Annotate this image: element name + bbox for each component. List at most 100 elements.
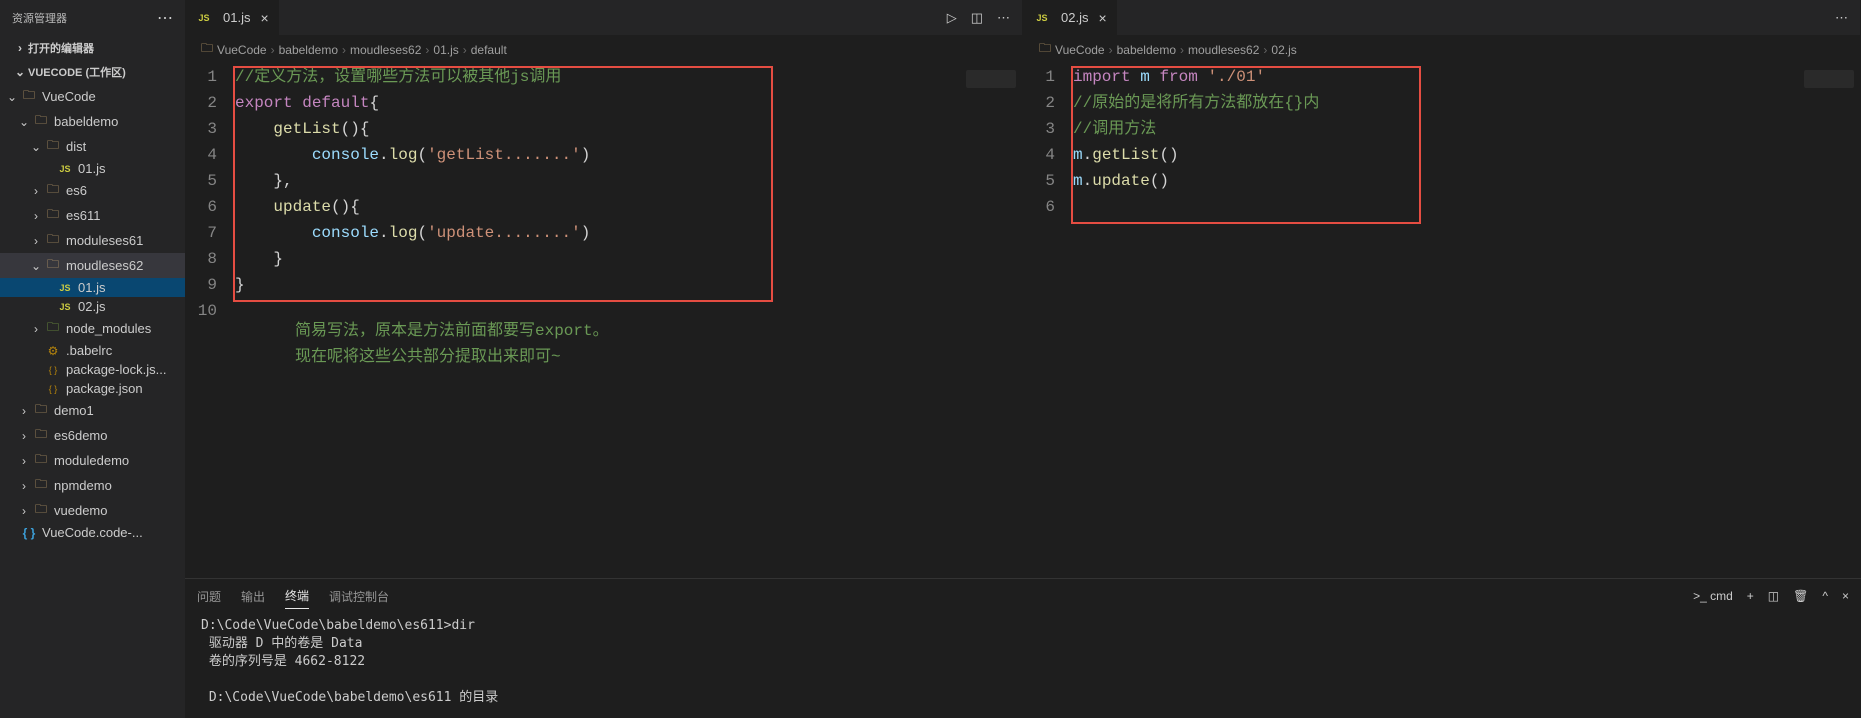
tree-item-label: babeldemo: [54, 114, 118, 129]
tree-item-babelrc[interactable]: ⚙ .babelrc: [0, 341, 185, 360]
tree-item-label: node_modules: [66, 321, 151, 336]
folder-icon: 🗀: [20, 86, 38, 107]
close-icon[interactable]: ×: [1098, 10, 1106, 26]
breadcrumb-segment[interactable]: default: [471, 43, 507, 57]
minimap[interactable]: [962, 64, 1022, 578]
tree-item-02js[interactable]: JS 02.js: [0, 297, 185, 316]
tree-item-VueCode[interactable]: ⌄🗀VueCode: [0, 84, 185, 109]
breadcrumb-segment[interactable]: VueCode: [1055, 43, 1105, 57]
tree-item-label: es611: [66, 208, 100, 223]
folder-icon: 🗀: [44, 255, 62, 276]
config-icon: ⚙: [44, 344, 62, 358]
breadcrumb-segment[interactable]: 02.js: [1271, 43, 1296, 57]
maximize-icon[interactable]: ^: [1822, 589, 1828, 603]
tab-02js[interactable]: JS 02.js ×: [1023, 0, 1118, 35]
shell-selector[interactable]: >_ cmd: [1693, 589, 1733, 603]
breadcrumb-segment[interactable]: 01.js: [433, 43, 458, 57]
js-icon: JS: [56, 283, 74, 293]
folder-icon: 🗀: [32, 500, 50, 521]
breadcrumb-segment[interactable]: babeldemo: [279, 43, 338, 57]
split-icon[interactable]: ◫: [971, 10, 983, 26]
breadcrumb-segment[interactable]: moudleses62: [1188, 43, 1259, 57]
split-terminal-icon[interactable]: ◫: [1768, 589, 1779, 603]
tree-item-packagelockjs[interactable]: { } package-lock.js...: [0, 360, 185, 379]
minimap[interactable]: [1800, 64, 1860, 578]
tree-item-dist[interactable]: ⌄🗀dist: [0, 134, 185, 159]
editor-content-left[interactable]: 12345678910 //定义方法，设置哪些方法可以被其他js调用export…: [185, 64, 1022, 578]
workspace-section[interactable]: ⌄ VUECODE (工作区): [0, 60, 185, 84]
trash-icon[interactable]: 🗑: [1793, 589, 1808, 603]
tree-item-label: 02.js: [78, 299, 105, 314]
tree-item-label: npmdemo: [54, 478, 112, 493]
json-icon: { }: [44, 365, 62, 375]
tree-item-label: es6: [66, 183, 87, 198]
tree-item-vuedemo[interactable]: ›🗀vuedemo: [0, 498, 185, 523]
tree-item-01js[interactable]: JS01.js: [0, 159, 185, 178]
breadcrumb-segment[interactable]: babeldemo: [1117, 43, 1176, 57]
tree-item-label: VueCode: [42, 89, 96, 104]
editor-pane-right: JS 02.js × ⋯ 🗀VueCode › babeldemo › moud…: [1023, 0, 1861, 578]
run-icon[interactable]: ▷: [947, 10, 957, 26]
tree-item-es6[interactable]: ›🗀es6: [0, 178, 185, 203]
tab-output[interactable]: 输出: [241, 584, 265, 609]
tree-item-label: es6demo: [54, 428, 107, 443]
tree-item-babeldemo[interactable]: ⌄🗀babeldemo: [0, 109, 185, 134]
open-editors-section[interactable]: › 打开的编辑器: [0, 36, 185, 60]
tree-item-es611[interactable]: ›🗀es611: [0, 203, 185, 228]
file-tree: ⌄🗀VueCode⌄🗀babeldemo⌄🗀distJS01.js›🗀es6›🗀…: [0, 84, 185, 718]
tree-item-packagejson[interactable]: { } package.json: [0, 379, 185, 398]
explorer-more-icon[interactable]: ⋯: [157, 8, 173, 28]
tree-item-label: demo1: [54, 403, 94, 418]
folder-icon: 🗀: [44, 180, 62, 201]
tree-item-moduledemo[interactable]: ›🗀moduledemo: [0, 448, 185, 473]
tree-item-demo1[interactable]: ›🗀demo1: [0, 398, 185, 423]
tree-item-label: dist: [66, 139, 86, 154]
js-icon: JS: [1033, 13, 1051, 23]
breadcrumb-segment[interactable]: VueCode: [217, 43, 267, 57]
tree-item-label: 01.js: [78, 161, 105, 176]
tree-item-moudleses62[interactable]: ⌄🗀moudleses62: [0, 253, 185, 278]
breadcrumb-left[interactable]: 🗀VueCode › babeldemo › moudleses62 › 01.…: [185, 35, 1022, 64]
new-terminal-icon[interactable]: +: [1747, 589, 1754, 603]
folder-icon: 🗀: [44, 136, 62, 157]
folder-icon: 🗀: [201, 39, 213, 60]
tree-item-label: package.json: [66, 381, 143, 396]
annotation-text: 现在呢将这些公共部分提取出来即可~: [235, 344, 962, 370]
explorer-sidebar: 资源管理器 ⋯ › 打开的编辑器 ⌄ VUECODE (工作区) ⌄🗀VueCo…: [0, 0, 185, 718]
folder-icon: 🗀: [32, 400, 50, 421]
terminal-output[interactable]: D:\Code\VueCode\babeldemo\es611>dir 驱动器 …: [185, 613, 1861, 718]
tree-item-moduleses61[interactable]: ›🗀moduleses61: [0, 228, 185, 253]
more-icon[interactable]: ⋯: [997, 10, 1010, 26]
tree-item-label: VueCode.code-...: [42, 525, 143, 540]
tree-item-node_modules[interactable]: ›🗀node_modules: [0, 316, 185, 341]
tree-item-label: package-lock.js...: [66, 362, 166, 377]
tabs-bar-right: JS 02.js × ⋯: [1023, 0, 1860, 35]
tree-item-label: 01.js: [78, 280, 105, 295]
folder-icon: 🗀: [32, 475, 50, 496]
folder-icon: 🗀: [44, 318, 62, 339]
editor-content-right[interactable]: 123456 import m from './01'//原始的是将所有方法都放…: [1023, 64, 1860, 578]
folder-icon: 🗀: [1039, 39, 1051, 60]
tree-item-label: .babelrc: [66, 343, 112, 358]
close-panel-icon[interactable]: ×: [1842, 589, 1849, 603]
breadcrumb-right[interactable]: 🗀VueCode › babeldemo › moudleses62 › 02.…: [1023, 35, 1860, 64]
tab-terminal[interactable]: 终端: [285, 583, 309, 609]
tree-item-npmdemo[interactable]: ›🗀npmdemo: [0, 473, 185, 498]
tree-item-label: vuedemo: [54, 503, 107, 518]
js-icon: JS: [56, 302, 74, 312]
tree-item-es6demo[interactable]: ›🗀es6demo: [0, 423, 185, 448]
tree-item-VueCodecode[interactable]: { }VueCode.code-...: [0, 523, 185, 542]
more-icon[interactable]: ⋯: [1835, 10, 1848, 26]
tab-01js[interactable]: JS 01.js ×: [185, 0, 280, 35]
explorer-title: 资源管理器: [12, 10, 67, 26]
terminal-panel: 问题 输出 终端 调试控制台 >_ cmd + ◫ 🗑 ^ × D:\Code\…: [185, 578, 1861, 718]
tabs-bar-left: JS 01.js × ▷ ◫ ⋯: [185, 0, 1022, 35]
tree-item-01js[interactable]: JS 01.js: [0, 278, 185, 297]
tab-problems[interactable]: 问题: [197, 584, 221, 609]
json-icon: { }: [44, 384, 62, 394]
breadcrumb-segment[interactable]: moudleses62: [350, 43, 421, 57]
close-icon[interactable]: ×: [260, 10, 268, 26]
tree-item-label: moudleses62: [66, 258, 143, 273]
tab-debug[interactable]: 调试控制台: [329, 584, 389, 609]
tree-item-label: moduleses61: [66, 233, 143, 248]
